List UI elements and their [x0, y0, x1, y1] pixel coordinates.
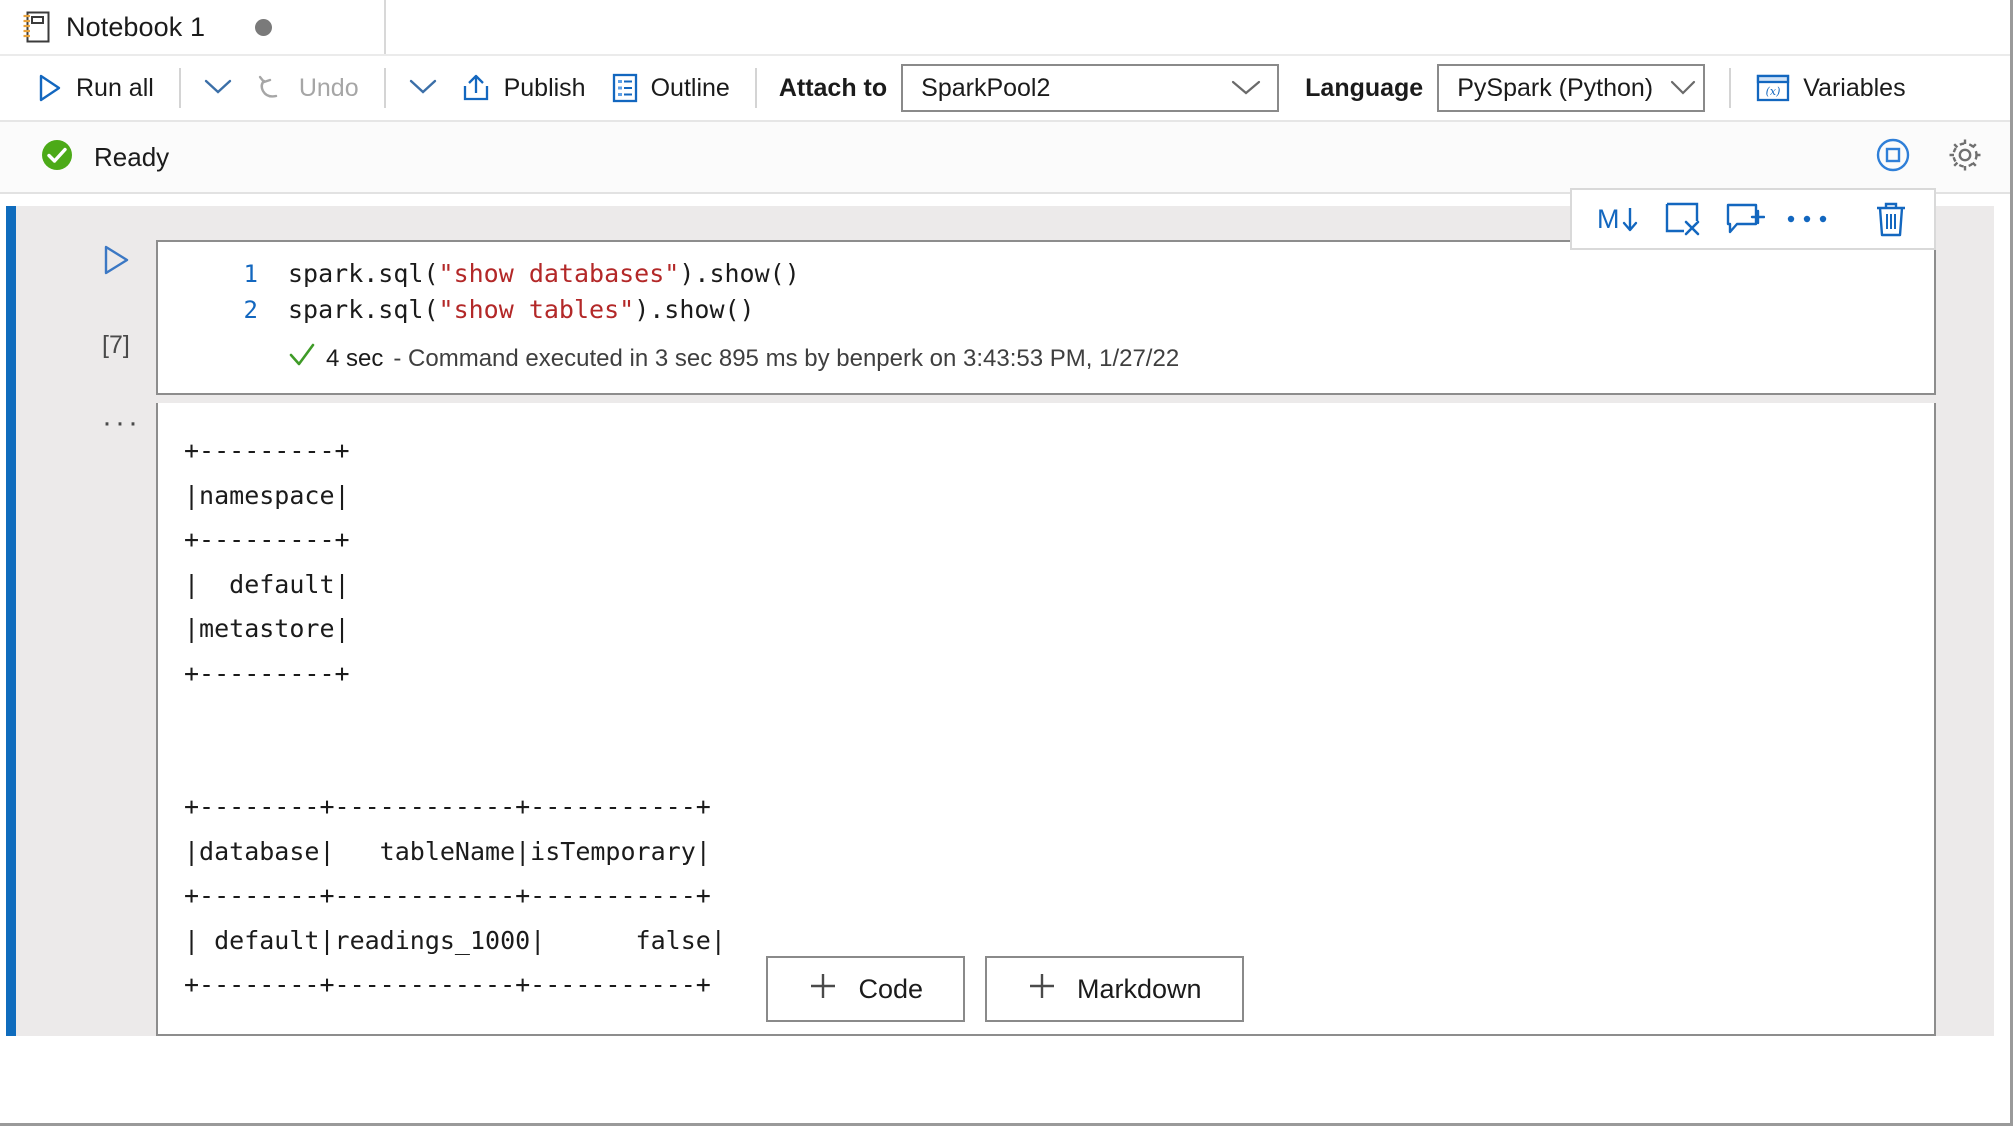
stop-session-icon[interactable] [1874, 136, 1912, 179]
output-line: +---------+ [184, 436, 350, 465]
run-all-menu-button[interactable] [193, 62, 243, 114]
undo-arrow-icon [256, 73, 286, 103]
code-line: 1 spark.sql("show databases").show() [158, 256, 1934, 292]
add-markdown-label: Markdown [1077, 973, 1202, 1004]
clear-output-icon[interactable] [1652, 191, 1714, 247]
cell-output: +---------+ |namespace| +---------+ | de… [156, 403, 1936, 1036]
more-ellipsis-icon[interactable] [1776, 191, 1838, 247]
code-prefix: spark.sql( [288, 295, 439, 324]
notebook-cell[interactable]: M [7] ··· 1 spark.sql("show databases").… [6, 188, 1994, 1036]
output-line: +---------+ [184, 658, 350, 688]
play-outline-icon[interactable] [102, 244, 156, 281]
undo-button[interactable]: Undo [243, 62, 372, 114]
undo-label: Undo [298, 73, 359, 102]
cell-selection-accent [6, 206, 16, 1036]
variables-label: Variables [1803, 73, 1906, 102]
output-line: +---------+ [184, 525, 350, 554]
gear-icon[interactable] [1946, 136, 1984, 179]
tab-notebook-1[interactable]: Notebook 1 [0, 0, 386, 54]
tab-strip: Notebook 1 [0, 0, 2010, 54]
plus-icon [808, 971, 838, 1008]
cell-toolbar: M [1570, 188, 1936, 250]
output-line: +--------+------------+-----------+ [184, 881, 711, 910]
variables-button[interactable]: (x) Variables [1743, 62, 1918, 114]
toolbar-divider [383, 68, 386, 108]
code-string: "show databases" [438, 259, 680, 288]
check-icon [288, 342, 316, 375]
tab-title: Notebook 1 [66, 11, 206, 42]
toolbar-divider [754, 68, 757, 108]
code-line: 2 spark.sql("show tables").show() [158, 292, 1934, 328]
play-icon [37, 74, 63, 102]
code-string: "show tables" [438, 295, 635, 324]
code-suffix: ).show() [679, 259, 800, 288]
add-code-label: Code [858, 973, 923, 1004]
add-code-cell-button[interactable]: Code [766, 956, 965, 1022]
attach-to-value: SparkPool2 [921, 73, 1051, 102]
chevron-down-icon [203, 77, 233, 100]
trash-delete-icon[interactable] [1860, 191, 1922, 247]
chevron-down-icon [1669, 74, 1697, 103]
outline-label: Outline [650, 73, 730, 102]
cell-body: [7] ··· 1 spark.sql("show databases").sh… [6, 206, 1994, 1036]
publish-label: Publish [503, 73, 586, 102]
plus-icon [1027, 971, 1057, 1008]
add-markdown-cell-button[interactable]: Markdown [985, 956, 1244, 1022]
command-toolbar: Run all Undo Publish Outline Attach to S… [0, 54, 2010, 122]
output-line: |metastore| [184, 614, 350, 643]
language-label: Language [1305, 73, 1424, 102]
code-editor[interactable]: 1 spark.sql("show databases").show() 2 s… [156, 240, 1936, 395]
output-line: |database| tableName|isTemporary| [184, 836, 711, 866]
output-line: +--------+------------+-----------+ [184, 792, 711, 821]
outline-button[interactable]: Outline [599, 62, 743, 114]
code-text: spark.sql("show tables").show() [288, 292, 755, 328]
code-suffix: ).show() [634, 295, 755, 324]
notebook-icon [22, 11, 50, 43]
output-line-blank [184, 696, 1934, 741]
session-status-bar: Ready [0, 122, 2010, 194]
execution-detail: - Command executed in 3 sec 895 ms by be… [393, 344, 1180, 372]
line-number: 1 [243, 260, 258, 288]
outline-list-icon [612, 73, 638, 103]
execution-duration: 4 sec [326, 344, 384, 372]
output-line-blank [184, 741, 1934, 786]
code-text: spark.sql("show databases").show() [288, 256, 800, 292]
run-all-label: Run all [76, 73, 154, 102]
language-select[interactable]: PySpark (Python) [1437, 64, 1706, 112]
notebook-app-window: Notebook 1 Run all Undo Publish Outline … [0, 0, 2013, 1126]
toolbar-divider [178, 68, 181, 108]
publish-upload-icon [461, 73, 491, 103]
add-comment-icon[interactable] [1714, 191, 1776, 247]
execution-count: [7] [102, 331, 130, 359]
output-line: | default| [184, 569, 350, 599]
add-cell-bar: Code Markdown [0, 956, 2010, 1022]
toolbar-divider [1729, 68, 1732, 108]
publish-button[interactable]: Publish [448, 62, 599, 114]
code-prefix: spark.sql( [288, 259, 439, 288]
output-more-icon[interactable]: ··· [102, 408, 156, 438]
execution-status: 4 sec - Command executed in 3 sec 895 ms… [158, 328, 1934, 393]
svg-text:(x): (x) [1766, 85, 1781, 98]
run-all-button[interactable]: Run all [24, 62, 167, 114]
success-check-circle-icon [40, 138, 74, 177]
attach-to-label: Attach to [778, 73, 888, 102]
cell-editor-column: 1 spark.sql("show databases").show() 2 s… [156, 240, 1994, 1036]
cell-gutter: [7] ··· [6, 240, 156, 438]
output-line: |namespace| [184, 480, 350, 510]
status-text: Ready [94, 141, 170, 172]
unsaved-dot-icon [255, 18, 273, 36]
undo-menu-button[interactable] [398, 62, 448, 114]
line-number: 2 [243, 296, 258, 324]
attach-to-select[interactable]: SparkPool2 [901, 64, 1280, 112]
chevron-down-icon [408, 77, 438, 100]
chevron-down-icon [1229, 74, 1263, 103]
notebook-canvas: M [7] ··· 1 spark.sql("show databases").… [0, 188, 2010, 1036]
svg-text:M: M [1597, 204, 1620, 234]
convert-to-markdown-icon[interactable]: M [1584, 191, 1652, 247]
language-value: PySpark (Python) [1457, 73, 1654, 102]
variables-xy-icon: (x) [1756, 74, 1790, 102]
